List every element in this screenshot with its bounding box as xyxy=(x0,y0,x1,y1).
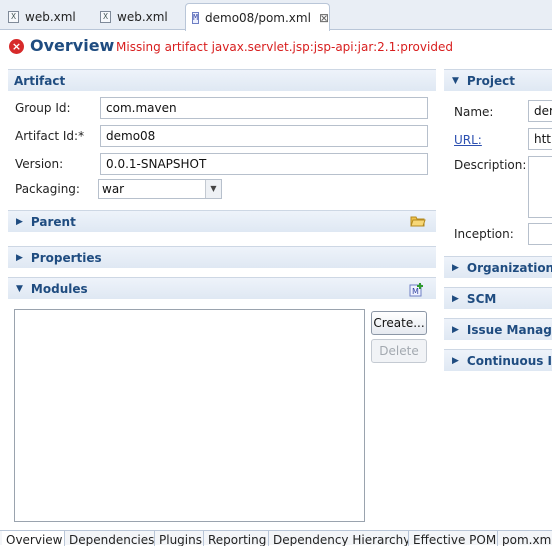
version-label: Version: xyxy=(15,157,64,171)
issue-management-section-header[interactable]: ▶ Issue Management xyxy=(444,318,552,340)
chevron-down-icon: ▼ xyxy=(16,283,23,294)
create-module-button[interactable]: Create... xyxy=(371,311,427,335)
organization-section-header[interactable]: ▶ Organization xyxy=(444,256,552,278)
section-title: Issue Management xyxy=(466,322,552,337)
artifact-section-header: Artifact xyxy=(8,69,436,91)
packaging-label: Packaging: xyxy=(15,182,80,196)
section-title: Continuous Integration xyxy=(466,353,552,368)
editor-tab-bar: X web.xml X web.xml M demo08/pom.xml ⊠ xyxy=(0,0,552,31)
chevron-right-icon: ▶ xyxy=(452,355,459,366)
tab-dependencies[interactable]: Dependencies xyxy=(64,531,154,546)
packaging-value: war xyxy=(102,182,125,196)
page-tab-bar: Overview Dependencies Plugins Reporting … xyxy=(0,530,552,546)
editor-tab-label: demo08/pom.xml xyxy=(205,10,311,25)
url-field[interactable]: http://maven.apache.org xyxy=(528,128,552,150)
svg-text:M: M xyxy=(412,287,419,296)
modules-section-header[interactable]: ▼ Modules xyxy=(8,277,436,299)
tab-reporting[interactable]: Reporting xyxy=(203,531,268,546)
version-field[interactable]: 0.0.1-SNAPSHOT xyxy=(100,153,428,175)
section-title: SCM xyxy=(466,291,497,306)
chevron-right-icon: ▶ xyxy=(452,324,459,335)
editor-tab-label: web.xml xyxy=(25,9,76,24)
xml-file-icon: X xyxy=(8,10,19,23)
artifact-id-field[interactable]: demo08 xyxy=(100,125,428,147)
section-title: Parent xyxy=(30,214,76,229)
group-id-field[interactable]: com.maven xyxy=(100,97,428,119)
chevron-right-icon: ▶ xyxy=(452,293,459,304)
name-field[interactable]: demo08 xyxy=(528,100,552,122)
description-label: Description: xyxy=(454,158,527,172)
inception-label: Inception: xyxy=(454,227,514,241)
artifact-id-label: Artifact Id:* xyxy=(15,129,85,143)
page-title: Overview xyxy=(30,36,115,55)
section-title: Properties xyxy=(30,250,102,265)
error-icon: × xyxy=(9,39,24,54)
description-field[interactable] xyxy=(528,156,552,218)
editor-tab-web-xml-1[interactable]: X web.xml xyxy=(2,3,88,30)
maven-pom-icon: M xyxy=(192,11,199,24)
delete-module-button[interactable]: Delete xyxy=(371,339,427,363)
editor-tab-label: web.xml xyxy=(117,9,168,24)
tab-pom-xml[interactable]: pom.xml xyxy=(497,531,552,546)
editor-tab-web-xml-2[interactable]: X web.xml xyxy=(94,3,180,30)
chevron-right-icon: ▶ xyxy=(16,216,23,227)
project-section-header[interactable]: ▼ Project xyxy=(444,69,552,91)
editor-tab-pom-xml[interactable]: M demo08/pom.xml ⊠ xyxy=(185,3,330,31)
xml-file-icon: X xyxy=(100,10,111,23)
tab-effective-pom[interactable]: Effective POM xyxy=(408,531,497,546)
packaging-select[interactable]: war ▼ xyxy=(98,179,222,199)
continuous-integration-section-header[interactable]: ▶ Continuous Integration xyxy=(444,349,552,371)
section-title: Organization xyxy=(466,260,552,275)
inception-field[interactable] xyxy=(528,223,552,245)
properties-section-header[interactable]: ▶ Properties xyxy=(8,246,436,268)
chevron-right-icon: ▶ xyxy=(16,252,23,263)
scm-section-header[interactable]: ▶ SCM xyxy=(444,287,552,309)
tab-dependency-hierarchy[interactable]: Dependency Hierarchy xyxy=(268,531,408,546)
parent-section-header[interactable]: ▶ Parent xyxy=(8,210,436,232)
tab-plugins[interactable]: Plugins xyxy=(154,531,203,546)
modules-list[interactable] xyxy=(14,309,365,522)
section-title: Modules xyxy=(30,281,88,296)
open-folder-icon[interactable] xyxy=(410,214,426,227)
chevron-down-icon: ▼ xyxy=(452,75,459,86)
section-title: Project xyxy=(466,73,515,88)
section-title: Artifact xyxy=(14,73,66,88)
chevron-down-icon[interactable]: ▼ xyxy=(205,180,221,198)
url-link[interactable]: URL: xyxy=(454,133,482,147)
close-icon[interactable]: ⊠ xyxy=(319,11,329,25)
chevron-right-icon: ▶ xyxy=(452,262,459,273)
add-module-icon[interactable]: M xyxy=(409,282,426,298)
group-id-label: Group Id: xyxy=(15,101,71,115)
error-message: Missing artifact javax.servlet.jsp:jsp-a… xyxy=(116,40,453,54)
name-label: Name: xyxy=(454,105,494,119)
tab-overview[interactable]: Overview xyxy=(2,531,64,546)
